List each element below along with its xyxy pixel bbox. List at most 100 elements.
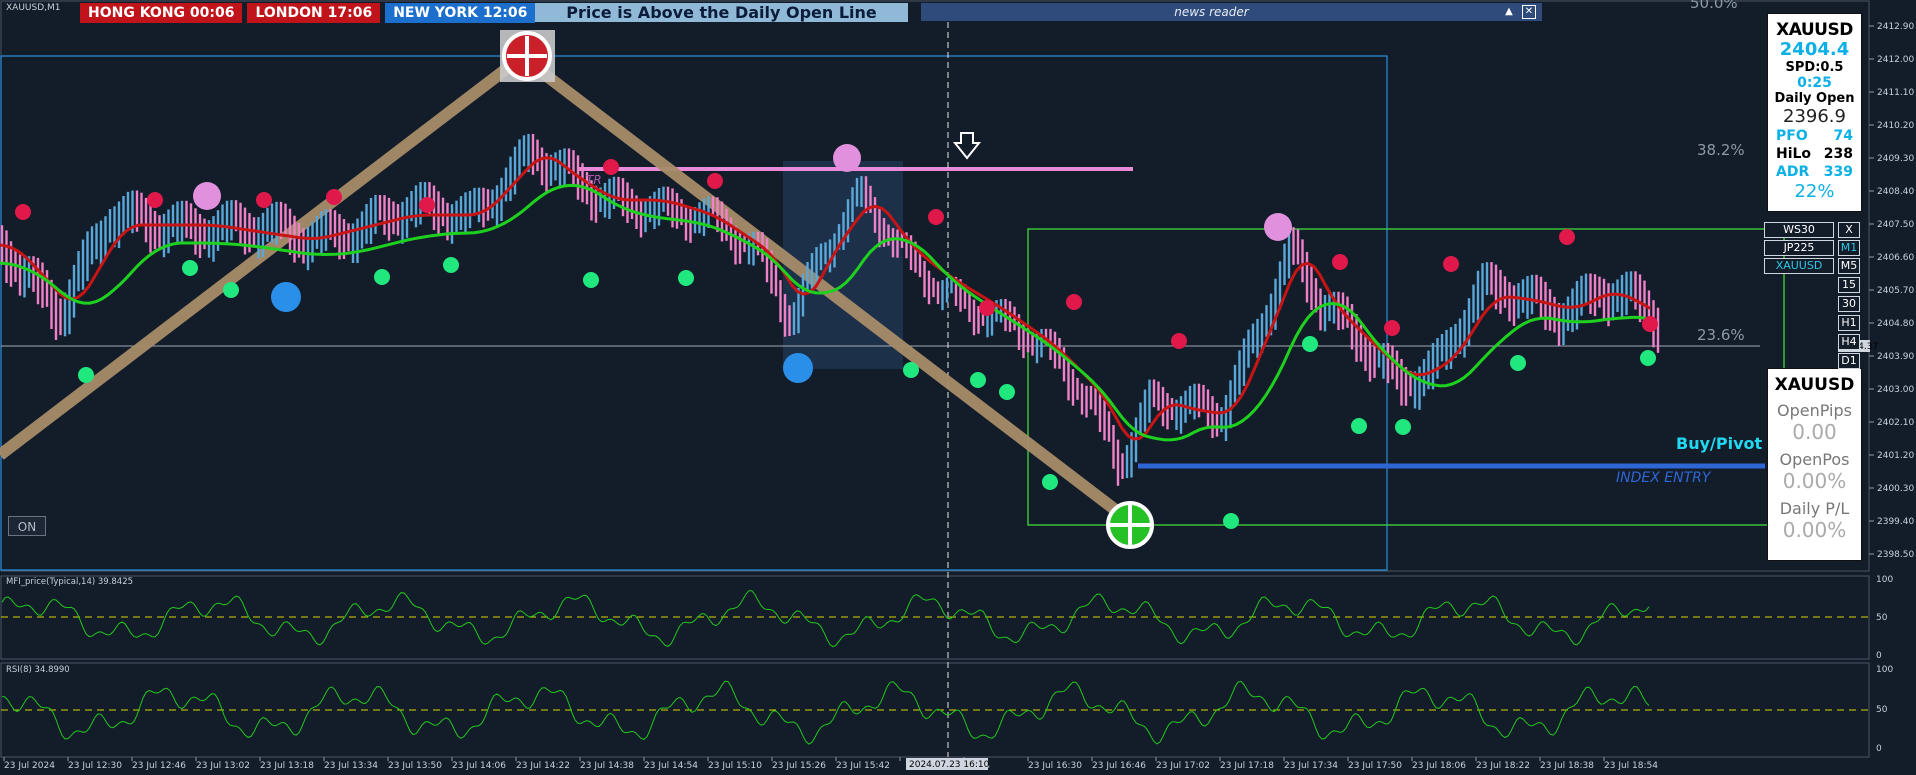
trade-symbol: XAUUSD: [1774, 375, 1855, 395]
daily-open-bias-banner: Price is Above the Daily Open Line: [535, 3, 908, 22]
price-tick-label: 2403.90: [1877, 352, 1914, 362]
adr-row: ADR 339: [1768, 163, 1861, 181]
price-tick-label: 2403.00: [1877, 385, 1914, 395]
swing-low-dot: [1302, 336, 1318, 352]
swing-low-dot: [374, 269, 390, 285]
pfo-row: PFO 74: [1768, 127, 1861, 145]
time-tick-label: 23 Jul 17:02: [1156, 761, 1210, 771]
index-entry-label: INDEX ENTRY: [1616, 470, 1712, 486]
price-tick-label: 2409.30: [1877, 154, 1914, 164]
rsi-indicator: [1, 680, 1868, 745]
close-symbol-button[interactable]: X: [1838, 222, 1860, 238]
swing-high-dot: [147, 192, 163, 208]
swing-low-dot: [1395, 419, 1411, 435]
swing-high-dot: [707, 173, 723, 189]
tf-button-m1[interactable]: M1: [1838, 240, 1860, 256]
hilo-row: HiLo 238: [1768, 145, 1861, 163]
daily-pl-value: 0.00%: [1782, 518, 1847, 542]
time-axis: 23 Jul 2024 23 Jul 12:30 23 Jul 12:46 23 Ju…: [3, 757, 1658, 771]
info-symbol: XAUUSD: [1776, 20, 1853, 40]
time-tick-label: 23 Jul 13:18: [260, 761, 314, 771]
swing-low-dot: [1351, 418, 1367, 434]
tf-button-15[interactable]: 15: [1838, 277, 1860, 293]
price-axis: 2412.90 2412.00 2411.10 2410.20 2409.30 2408.…: [1869, 22, 1914, 560]
swing-high-dot: [15, 204, 31, 220]
session-london: LONDON 17:06: [247, 3, 381, 23]
svg-text:2024.07.23 16:10: 2024.07.23 16:10: [909, 760, 990, 770]
symbol-button-ws30[interactable]: WS30: [1764, 222, 1834, 238]
oscillator-line: [1, 680, 1650, 745]
swing-low-dot: [678, 270, 694, 286]
fib-50-label: 50.0%: [1690, 0, 1738, 12]
time-tick-label: 23 Jul 17:50: [1348, 761, 1402, 771]
time-tick-label: 23 Jul 15:26: [772, 761, 826, 771]
swing-low-big-2: [783, 353, 813, 383]
fib-236-label: 23.6%: [1697, 326, 1745, 344]
price-tick-label: 2401.20: [1877, 451, 1914, 461]
tf-button-d1[interactable]: D1: [1838, 353, 1860, 369]
swing-low-dot: [443, 257, 459, 273]
buy-target-icon: [1106, 501, 1154, 549]
swing-low-dot: [182, 260, 198, 276]
swing-high-dot: [1384, 320, 1400, 336]
open-pos-value: 0.00%: [1782, 469, 1847, 493]
time-tick-label: 23 Jul 15:42: [836, 761, 890, 771]
swing-low-dot: [78, 367, 94, 383]
time-tick-label: 23 Jul 18:54: [1604, 761, 1658, 771]
price-tick-label: 2404.80: [1877, 319, 1914, 329]
swing-low-dot: [999, 384, 1015, 400]
swing-high-dot: [419, 197, 435, 213]
swing-high-dot: [256, 192, 272, 208]
buy-pivot-label: Buy/Pivot: [1676, 434, 1762, 453]
tf-button-m5[interactable]: M5: [1838, 258, 1860, 274]
rsi-tick-0: 0: [1876, 744, 1882, 754]
daily-open-label: Daily Open: [1774, 91, 1855, 106]
price-tick-label: 2412.00: [1877, 55, 1914, 65]
price-tick-label: 2406.60: [1877, 253, 1914, 263]
time-tick-label: 23 Jul 18:22: [1476, 761, 1530, 771]
adr-label: ADR: [1776, 164, 1810, 180]
close-icon[interactable]: ✕: [1522, 5, 1536, 19]
tf-button-h1[interactable]: H1: [1838, 315, 1860, 331]
tf-button-h4[interactable]: H4: [1838, 334, 1860, 350]
symbol-button-xauusd[interactable]: XAUUSD: [1764, 258, 1834, 274]
trade-stats-panel: XAUUSD OpenPips 0.00 OpenPos 0.00% Daily…: [1767, 368, 1862, 561]
price-tick-label: 2405.70: [1877, 286, 1914, 296]
open-pos-label: OpenPos: [1779, 450, 1850, 469]
mfi-tick-0: 0: [1876, 651, 1882, 661]
on-toggle-button[interactable]: ON: [8, 516, 46, 536]
swing-high-dot: [1332, 254, 1348, 270]
mfi-tick-50: 50: [1876, 613, 1888, 623]
hilo-value: 238: [1823, 146, 1853, 162]
swing-low-dot: [970, 372, 986, 388]
symbol-button-jp225[interactable]: JP225: [1764, 240, 1834, 256]
minimize-icon[interactable]: ▲: [1502, 5, 1516, 19]
news-reader-bar[interactable]: news reader ▲ ✕: [921, 3, 1542, 21]
price-tick-label: 2410.20: [1877, 121, 1914, 131]
time-tick-label: 23 Jul 18:06: [1412, 761, 1466, 771]
price-chart[interactable]: 50.0% 38.2% 23.6% Buy/Pivot INDEX ENTRY …: [0, 0, 1916, 775]
time-tick-label: 23 Jul 14:06: [452, 761, 506, 771]
price-tick-label: 2400.30: [1877, 484, 1914, 494]
time-tick-label: 23 Jul 16:30: [1028, 761, 1082, 771]
rsi-tick-100: 100: [1876, 665, 1893, 675]
range-box: [0, 55, 1388, 571]
session-hong-kong: HONG KONG 00:06: [80, 3, 243, 23]
time-tick-label: 23 Jul 17:18: [1220, 761, 1274, 771]
swing-high-dot: [1642, 316, 1658, 332]
swing-low-dot: [223, 282, 239, 298]
time-tick-label: 23 Jul 16:46: [1092, 761, 1146, 771]
daily-pl-label: Daily P/L: [1779, 499, 1850, 518]
price-tick-label: 2408.40: [1877, 187, 1914, 197]
swing-high-big-2: [833, 144, 861, 172]
hilo-label: HiLo: [1776, 146, 1812, 162]
open-pips-value: 0.00: [1792, 420, 1837, 444]
info-spread: SPD:0.5: [1785, 60, 1844, 75]
price-tick-label: 2411.10: [1877, 88, 1914, 98]
price-tick-label: 2412.90: [1877, 22, 1914, 32]
tf-button-30[interactable]: 30: [1838, 296, 1860, 312]
swing-high-big-1: [193, 182, 221, 210]
oscillator-line: [1, 590, 1650, 648]
swing-high-dot: [979, 300, 995, 316]
swing-high-dot: [928, 209, 944, 225]
